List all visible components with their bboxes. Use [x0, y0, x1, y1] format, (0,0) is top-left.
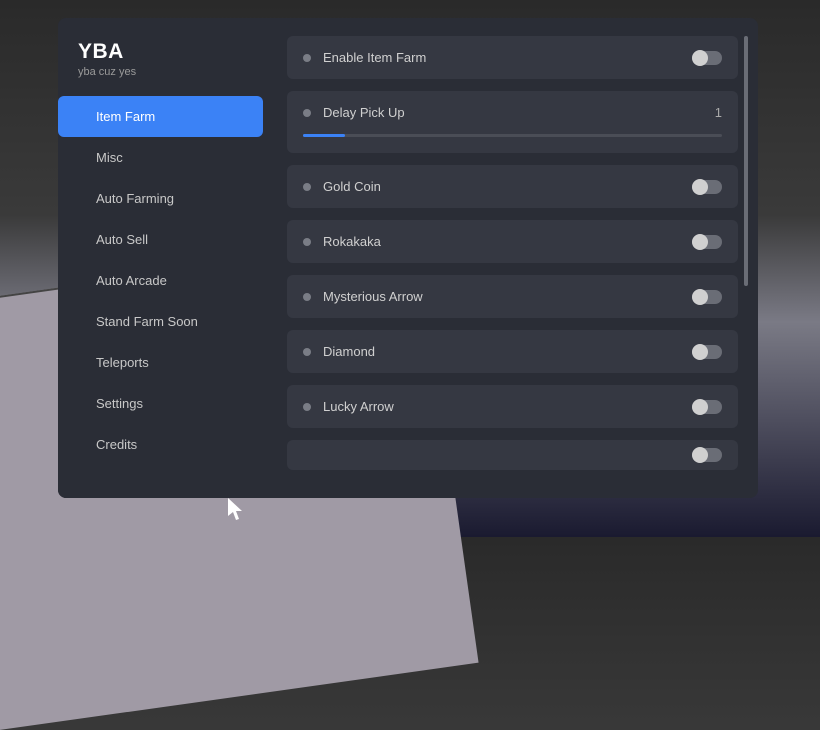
sidebar-item-item-farm[interactable]: Item Farm	[58, 96, 263, 137]
script-window: YBA yba cuz yes Item Farm Misc Auto Farm…	[58, 18, 758, 498]
sidebar-item-misc[interactable]: Misc	[58, 137, 263, 178]
slider-row-delay-pick-up: Delay Pick Up 1	[287, 91, 738, 153]
brand-title: YBA	[78, 40, 263, 64]
label-rokakaka: Rokakaka	[323, 234, 381, 249]
toggle-gold-coin[interactable]	[692, 180, 722, 194]
toggle-rokakaka[interactable]	[692, 235, 722, 249]
dot-icon	[303, 54, 311, 62]
dot-icon	[303, 183, 311, 191]
dot-icon	[303, 293, 311, 301]
label-delay-pick-up: Delay Pick Up	[323, 105, 405, 120]
sidebar-item-stand-farm[interactable]: Stand Farm Soon	[58, 301, 263, 342]
dot-icon	[303, 403, 311, 411]
sidebar: YBA yba cuz yes Item Farm Misc Auto Farm…	[58, 18, 263, 498]
label-diamond: Diamond	[323, 344, 375, 359]
toggle-row-partial	[287, 440, 738, 470]
sidebar-item-settings[interactable]: Settings	[58, 383, 263, 424]
toggle-row-lucky-arrow: Lucky Arrow	[287, 385, 738, 428]
toggle-row-enable-item-farm: Enable Item Farm	[287, 36, 738, 79]
dot-icon	[303, 109, 311, 117]
sidebar-item-auto-farming[interactable]: Auto Farming	[58, 178, 263, 219]
toggle-lucky-arrow[interactable]	[692, 400, 722, 414]
value-delay-pick-up: 1	[715, 105, 722, 120]
sidebar-item-auto-arcade[interactable]: Auto Arcade	[58, 260, 263, 301]
toggle-row-mysterious-arrow: Mysterious Arrow	[287, 275, 738, 318]
label-enable-item-farm: Enable Item Farm	[323, 50, 426, 65]
toggle-row-gold-coin: Gold Coin	[287, 165, 738, 208]
toggle-row-diamond: Diamond	[287, 330, 738, 373]
sidebar-item-auto-sell[interactable]: Auto Sell	[58, 219, 263, 260]
brand-subtitle: yba cuz yes	[78, 66, 263, 78]
label-mysterious-arrow: Mysterious Arrow	[323, 289, 423, 304]
slider-delay-pick-up[interactable]	[303, 134, 722, 137]
label-gold-coin: Gold Coin	[323, 179, 381, 194]
sidebar-item-teleports[interactable]: Teleports	[58, 342, 263, 383]
label-lucky-arrow: Lucky Arrow	[323, 399, 394, 414]
toggle-enable-item-farm[interactable]	[692, 51, 722, 65]
toggle-partial[interactable]	[692, 448, 722, 462]
brand: YBA yba cuz yes	[58, 40, 263, 96]
sidebar-item-credits[interactable]: Credits	[58, 424, 263, 465]
dot-icon	[303, 238, 311, 246]
toggle-mysterious-arrow[interactable]	[692, 290, 722, 304]
content-panel: Enable Item Farm Delay Pick Up 1 Gold Co…	[263, 18, 758, 498]
scrollbar[interactable]	[744, 36, 748, 286]
toggle-diamond[interactable]	[692, 345, 722, 359]
toggle-row-rokakaka: Rokakaka	[287, 220, 738, 263]
dot-icon	[303, 348, 311, 356]
